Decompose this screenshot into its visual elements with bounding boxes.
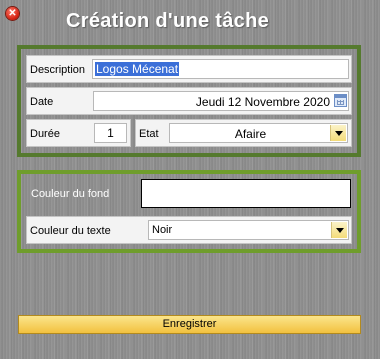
duration-row: Durée 1 (26, 119, 131, 147)
chevron-down-icon[interactable] (330, 125, 346, 141)
description-label: Description (30, 64, 86, 76)
description-value: Logos Mécenat (95, 62, 180, 76)
save-button[interactable]: Enregistrer (18, 315, 361, 334)
bg-color-field[interactable] (141, 179, 351, 208)
date-input[interactable]: Jeudi 12 Novembre 2020 (93, 91, 349, 111)
text-color-label: Couleur du texte (30, 225, 111, 237)
date-row: Date Jeudi 12 Novembre 2020 (26, 87, 352, 115)
text-color-value: Noir (152, 224, 173, 236)
state-value: Afaire (234, 127, 267, 141)
duration-input[interactable]: 1 (94, 123, 127, 143)
text-color-row: Couleur du texte Noir (26, 216, 352, 244)
date-label: Date (30, 96, 54, 108)
state-label: Etat (139, 128, 159, 140)
description-row: Description Logos Mécenat (26, 55, 352, 83)
state-row: Etat Afaire (135, 119, 352, 147)
duration-value: 1 (107, 126, 114, 140)
text-color-select[interactable]: Noir (148, 220, 349, 240)
calendar-icon[interactable] (334, 94, 347, 107)
bg-color-label: Couleur du fond (31, 188, 110, 200)
description-input[interactable]: Logos Mécenat (92, 59, 349, 79)
state-select[interactable]: Afaire (169, 123, 348, 143)
chevron-down-icon[interactable] (331, 222, 347, 238)
duration-label: Durée (30, 128, 60, 140)
window-title: Création d'une tâche (66, 10, 270, 32)
close-icon: ✕ (8, 8, 17, 19)
close-button[interactable]: ✕ (6, 7, 19, 20)
date-value: Jeudi 12 Novembre 2020 (195, 95, 330, 109)
